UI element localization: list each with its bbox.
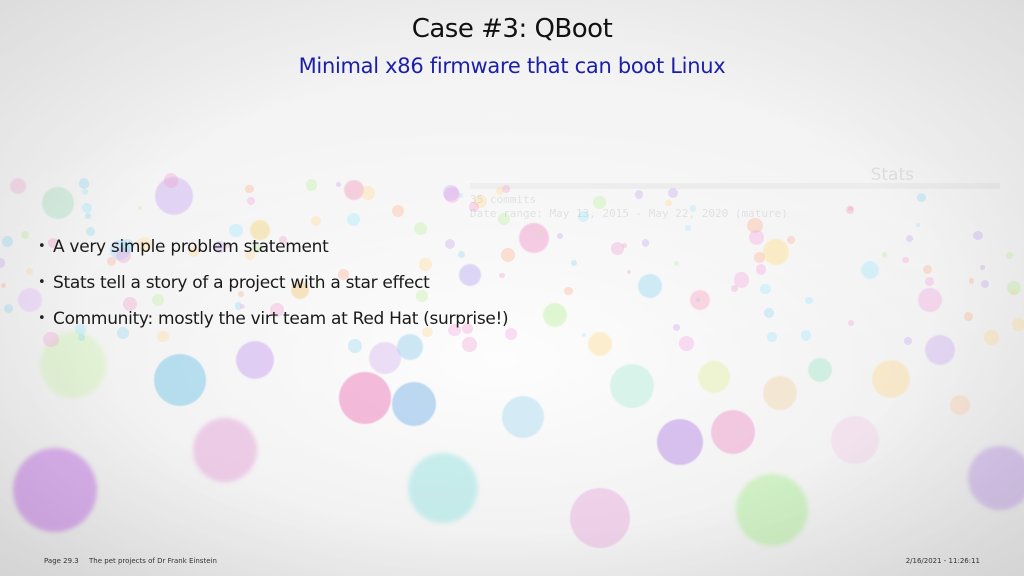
background-ball	[339, 372, 391, 424]
bullet-item: • A very simple problem statement	[38, 235, 508, 271]
background-ball	[657, 419, 703, 465]
background-confetti	[82, 202, 92, 213]
background-confetti	[805, 296, 813, 304]
background-confetti	[360, 185, 376, 201]
background-confetti	[247, 196, 256, 205]
background-confetti	[164, 173, 179, 188]
background-ball	[968, 446, 1024, 510]
background-confetti	[392, 205, 405, 218]
background-ball	[42, 187, 74, 219]
background-confetti	[733, 272, 750, 288]
background-confetti	[763, 307, 774, 318]
background-confetti	[305, 179, 317, 191]
background-confetti	[626, 269, 632, 275]
background-confetti	[767, 332, 777, 342]
background-ball	[610, 364, 654, 408]
footer-left: Page 29.3 The pet projects of Dr Frank E…	[44, 557, 217, 565]
background-confetti	[581, 333, 586, 338]
background-ball	[154, 354, 206, 406]
ghost-title: Stats	[870, 165, 914, 185]
background-confetti	[964, 311, 974, 321]
background-confetti	[980, 279, 989, 288]
ghost-line: 35 commits	[470, 193, 537, 206]
background-confetti	[674, 260, 680, 267]
background-ball	[638, 274, 662, 298]
background-ball	[588, 332, 612, 356]
background-confetti	[20, 230, 29, 240]
background-ball	[698, 361, 730, 393]
background-confetti	[336, 182, 341, 188]
background-confetti	[563, 286, 573, 296]
background-confetti	[679, 336, 694, 351]
ghost-bar	[470, 183, 1000, 189]
background-ball	[392, 382, 436, 426]
background-ball	[861, 261, 879, 279]
bullet-list: • A very simple problem statement • Stats …	[38, 235, 509, 343]
background-confetti	[3, 303, 14, 314]
background-ball	[10, 178, 26, 194]
bullet-text: Community: mostly the virt team at Red H…	[53, 309, 509, 329]
background-confetti	[413, 221, 428, 236]
background-ball	[502, 396, 544, 438]
bullet-item: • Community: mostly the virt team at Red …	[38, 307, 509, 343]
background-ball	[236, 341, 274, 379]
slide-subtitle: Minimal x86 firmware that can boot Linux	[298, 54, 726, 78]
bullet-text: A very simple problem statement	[53, 237, 329, 257]
background-ghost-stats: Stats 35 commits Date range: May 13, 201…	[470, 165, 1010, 255]
background-ball	[872, 360, 910, 398]
background-ball	[711, 410, 755, 454]
background-confetti	[245, 184, 254, 193]
background-confetti	[925, 277, 934, 287]
background-ball	[736, 474, 808, 546]
background-confetti	[346, 213, 360, 226]
background-confetti	[903, 336, 913, 346]
slide: Stats 35 commits Date range: May 13, 201…	[0, 0, 1024, 576]
background-confetti	[672, 324, 680, 332]
background-ball	[950, 395, 970, 415]
background-confetti	[137, 205, 142, 210]
background-confetti	[442, 184, 459, 201]
background-confetti	[81, 188, 88, 195]
background-confetti	[847, 320, 854, 327]
background-confetti	[1, 282, 7, 288]
background-confetti	[800, 330, 812, 341]
background-ball	[543, 303, 567, 327]
bullet-icon: •	[38, 239, 46, 254]
background-confetti	[980, 265, 985, 270]
bullet-item: • Stats tell a story of a project with a …	[38, 271, 508, 307]
ghost-line: Date range: May 13, 2015 - May 22, 2020 …	[470, 207, 788, 220]
background-confetti	[984, 330, 999, 345]
presentation-title: The pet projects of Dr Frank Einstein	[89, 557, 217, 565]
page-number: Page 29.3	[44, 557, 79, 565]
bullet-icon: •	[38, 311, 46, 326]
background-confetti	[25, 267, 34, 275]
background-confetti	[85, 212, 91, 219]
background-ball	[831, 416, 879, 464]
background-ball	[763, 376, 797, 410]
bullet-text: Stats tell a story of a project with a s…	[53, 273, 430, 293]
bullet-icon: •	[38, 275, 46, 290]
background-ball	[193, 418, 257, 482]
background-confetti	[968, 278, 975, 285]
background-confetti	[759, 283, 771, 295]
background-confetti	[78, 178, 89, 189]
background-ball	[13, 448, 97, 532]
background-confetti	[0, 258, 5, 268]
background-confetti	[755, 264, 767, 275]
background-confetti	[901, 256, 909, 264]
slide-title: Case #3: QBoot	[411, 14, 613, 44]
background-confetti	[311, 216, 322, 227]
background-confetti	[923, 265, 933, 275]
background-confetti	[1012, 317, 1024, 331]
background-ball	[925, 335, 955, 365]
background-ball	[918, 288, 942, 312]
background-ball	[808, 358, 832, 382]
background-confetti	[570, 259, 577, 266]
background-ball	[408, 453, 478, 523]
background-ball	[570, 488, 630, 548]
footer-datetime: 2/16/2021 - 11:26:11	[905, 557, 980, 565]
background-confetti	[1, 235, 13, 247]
